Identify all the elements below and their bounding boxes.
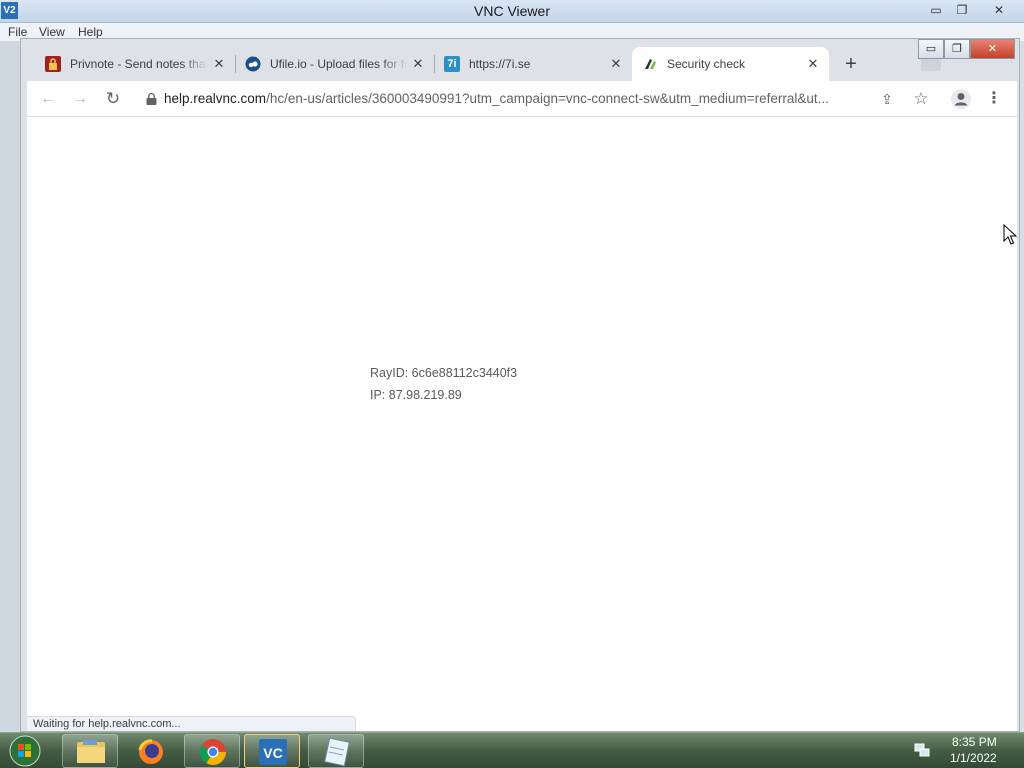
chrome-window: Privnote - Send notes that self-destruct… — [20, 38, 1020, 732]
tab-title: Privnote - Send notes that self-destruct — [70, 57, 208, 71]
tab-privnote[interactable]: Privnote - Send notes that self-destruct… — [35, 47, 235, 81]
tab-strip: Privnote - Send notes that self-destruct… — [21, 39, 1019, 81]
ip-address-text: IP: 87.98.219.89 — [370, 388, 462, 402]
tab-title: Security check — [667, 57, 746, 71]
mouse-cursor-icon — [1003, 224, 1017, 245]
tab-title: https://7i.se — [469, 57, 531, 71]
remote-desktop-background — [0, 41, 20, 732]
start-orb-icon[interactable] — [4, 733, 46, 768]
bookmark-star-icon[interactable]: ☆ — [909, 87, 933, 111]
status-bubble: Waiting for help.realvnc.com... — [27, 716, 356, 731]
vnc-titlebar: V2 VNC Viewer ▭ ❐ ✕ — [0, 0, 1024, 23]
share-icon[interactable]: ⇪ — [875, 87, 899, 111]
chrome-icon[interactable] — [184, 734, 240, 768]
tab-7i[interactable]: 7i https://7i.se ✕ — [434, 47, 632, 81]
vnc-menu-help[interactable]: Help — [78, 25, 103, 39]
lock-icon[interactable] — [146, 93, 157, 105]
vnc-minimize-button[interactable]: ▭ — [923, 1, 949, 19]
tab-close-icon[interactable]: ✕ — [608, 56, 624, 72]
reload-icon[interactable]: ↻ — [101, 87, 125, 111]
chrome-minimize-button[interactable]: ▭ — [918, 39, 944, 59]
browser-toolbar: ← → ↻ help.realvnc.com/hc/en-us/articles… — [27, 81, 1017, 117]
menu-kebab-icon[interactable]: ⋮ — [982, 87, 1006, 111]
tab-close-icon[interactable]: ✕ — [211, 56, 227, 72]
url-host: help.realvnc.com — [164, 91, 267, 106]
network-tray-icon[interactable] — [914, 742, 930, 758]
cloudflare-loading-icon — [642, 56, 658, 72]
page-content: RayID: 6c6e88112c3440f3 IP: 87.98.219.89… — [27, 117, 1017, 731]
clock-time[interactable]: 8:35 PM — [952, 735, 997, 749]
account-icon[interactable] — [949, 87, 973, 111]
ufile-cloud-icon — [245, 56, 261, 72]
tab-close-icon[interactable]: ✕ — [410, 56, 426, 72]
new-tab-button[interactable]: + — [838, 53, 864, 77]
tab-security-check[interactable]: Security check ✕ — [632, 47, 829, 81]
7i-logo-icon: 7i — [444, 56, 460, 72]
tab-close-icon[interactable]: ✕ — [805, 56, 821, 72]
svg-text:VC: VC — [263, 745, 282, 761]
back-arrow-icon[interactable]: ← — [36, 87, 60, 111]
chrome-restore-button[interactable]: ❐ — [944, 39, 970, 59]
address-bar[interactable]: help.realvnc.com/hc/en-us/articles/36000… — [164, 91, 868, 106]
explorer-folder-icon[interactable] — [62, 734, 118, 768]
notepad-icon[interactable] — [308, 734, 364, 768]
privnote-lock-icon — [45, 56, 61, 72]
vnc-window-title: VNC Viewer — [474, 3, 550, 19]
ray-id-text: RayID: 6c6e88112c3440f3 — [370, 366, 518, 380]
vnc-close-button[interactable]: ✕ — [985, 1, 1013, 19]
chrome-close-button[interactable]: ✕ — [970, 39, 1015, 59]
vnc-restore-button[interactable]: ❐ — [949, 1, 975, 19]
firefox-icon[interactable] — [122, 734, 178, 768]
forward-arrow-icon[interactable]: → — [68, 87, 92, 111]
vnc-menu-view[interactable]: View — [39, 25, 65, 39]
tab-title: Ufile.io - Upload files for free — [270, 57, 408, 71]
tab-ufile[interactable]: Ufile.io - Upload files for free ✕ — [235, 47, 434, 81]
taskbar: VC 8:35 PM 1/1/2022 — [0, 732, 1024, 768]
vnc-viewer-icon[interactable]: VC — [244, 734, 300, 768]
window-profile-ghost — [921, 57, 941, 71]
url-path: /hc/en-us/articles/360003490991?utm_camp… — [266, 91, 829, 106]
clock-date[interactable]: 1/1/2022 — [950, 751, 997, 765]
vnc-menu-file[interactable]: File — [8, 25, 27, 39]
